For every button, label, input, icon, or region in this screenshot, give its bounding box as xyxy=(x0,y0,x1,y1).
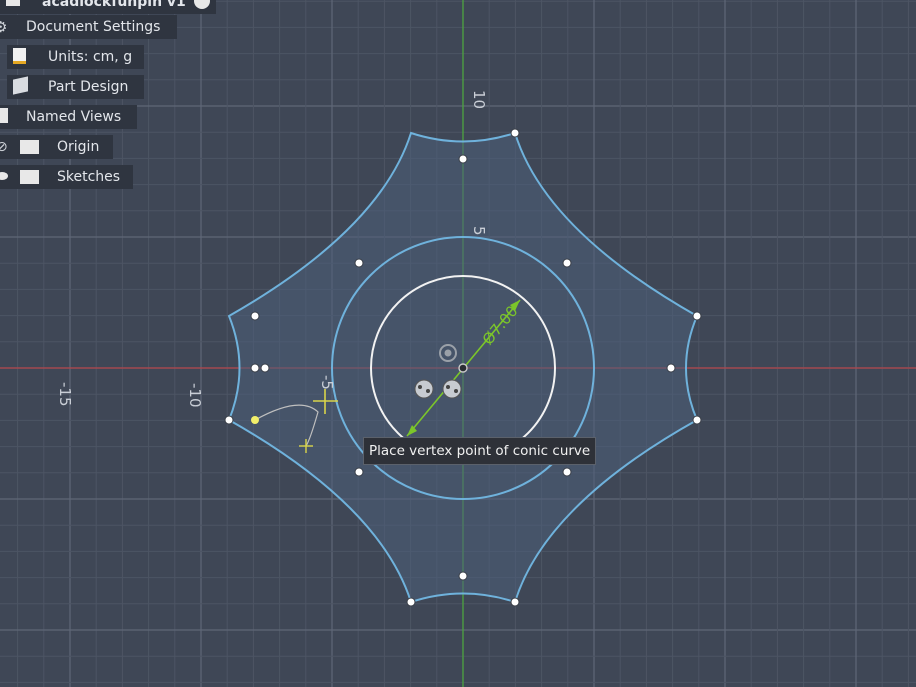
browser-item-label: Sketches xyxy=(57,169,121,185)
axis-label-neg15: -15 xyxy=(56,382,74,407)
sketch-point[interactable] xyxy=(666,363,676,373)
browser-item-label: Units: cm, g xyxy=(48,49,133,65)
visibility-hidden-icon[interactable]: ⊘ xyxy=(0,135,8,159)
sketch-point[interactable] xyxy=(692,311,702,321)
sketch-point[interactable] xyxy=(562,467,572,477)
folder-icon xyxy=(20,170,39,184)
axis-label-5: 5 xyxy=(470,226,488,236)
sketch-point[interactable] xyxy=(260,363,270,373)
sketch-point[interactable] xyxy=(458,571,468,581)
sketch-point[interactable] xyxy=(510,128,520,138)
document-icon xyxy=(13,48,26,64)
browser-item-label: Origin xyxy=(57,139,100,155)
coincident-constraint-icon-2[interactable] xyxy=(442,379,462,399)
axis-label-10: 10 xyxy=(470,90,488,109)
browser-item-units[interactable]: Units: cm, g xyxy=(7,45,144,69)
sketch-point[interactable] xyxy=(250,363,260,373)
browser-item-named-views[interactable]: Named Views xyxy=(0,105,137,129)
sketch-point[interactable] xyxy=(354,467,364,477)
document-icon xyxy=(6,0,20,6)
browser-item-sketches[interactable]: Sketches xyxy=(0,165,133,189)
sketch-canvas[interactable]: Ø7.00 10 5 -15 -10 -5 xyxy=(0,0,916,687)
browser-item-document-settings[interactable]: ⚙ Document Settings xyxy=(0,15,177,39)
eye-icon[interactable] xyxy=(0,172,8,180)
sketch-point[interactable] xyxy=(692,415,702,425)
sketch-point[interactable] xyxy=(354,258,364,268)
sketch-point[interactable] xyxy=(458,154,468,164)
sketch-point[interactable] xyxy=(406,597,416,607)
sketch-point[interactable] xyxy=(224,415,234,425)
cube-icon xyxy=(13,76,28,95)
axis-label-neg10: -10 xyxy=(186,383,204,408)
browser-title[interactable]: acadlockfuhpin v1 xyxy=(0,0,216,14)
sketch-point[interactable] xyxy=(562,258,572,268)
sketch-point[interactable] xyxy=(250,311,260,321)
folder-icon xyxy=(20,140,39,154)
browser-item-part-design[interactable]: Part Design xyxy=(7,75,144,99)
axis-label-neg5: -5 xyxy=(318,375,336,390)
folder-icon xyxy=(0,108,8,123)
browser-title-label: acadlockfuhpin v1 xyxy=(42,0,186,10)
origin-marker-dot xyxy=(444,349,452,357)
gear-icon: ⚙ xyxy=(0,18,8,36)
browser-item-label: Named Views xyxy=(26,109,122,125)
browser-item-label: Part Design xyxy=(48,79,129,95)
tooltip: Place vertex point of conic curve xyxy=(363,437,597,465)
center-point[interactable] xyxy=(458,363,468,373)
browser-item-origin[interactable]: ⊘ Origin xyxy=(0,135,113,159)
coincident-constraint-icon[interactable] xyxy=(414,379,434,399)
browser-item-label: Document Settings xyxy=(26,19,161,35)
browser-options-icon[interactable] xyxy=(194,0,210,9)
conic-start-point xyxy=(251,416,259,424)
sketch-point[interactable] xyxy=(510,597,520,607)
